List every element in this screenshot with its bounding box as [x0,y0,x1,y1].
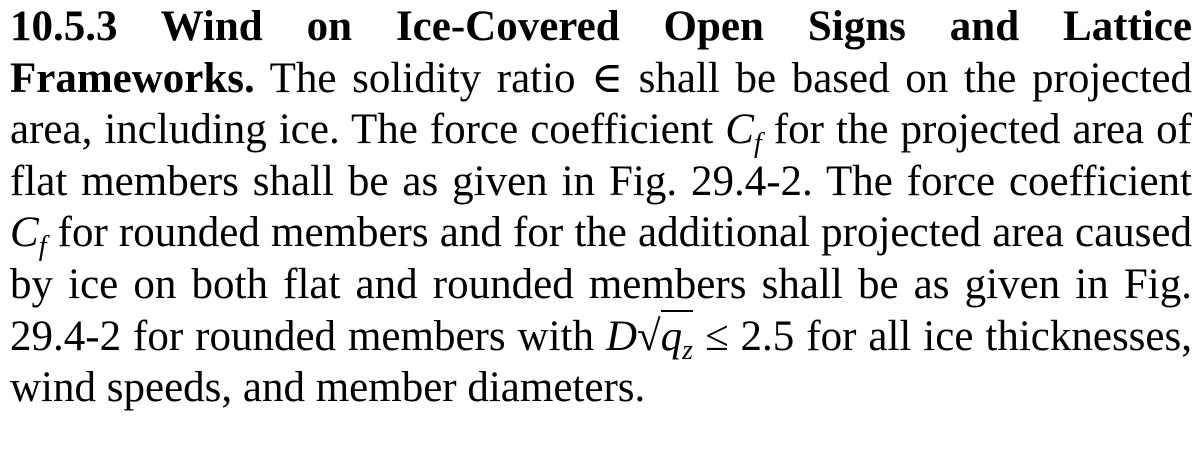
document-page: 10.5.3 Wind on Ice-Covered Open Signs an… [0,0,1200,466]
velocity-pressure-subscript: z [682,334,694,366]
body-text-1: The solidity ratio [254,54,592,102]
force-coefficient-symbol-2: C [10,209,39,257]
square-root-expression: √qz [637,309,694,364]
epsilon-symbol: ∈ [591,54,624,102]
radical-sign: √ [637,312,661,360]
force-coefficient-subscript-2: f [38,231,47,263]
velocity-pressure-symbol: q [660,312,683,360]
section-paragraph: 10.5.3 Wind on Ice-Covered Open Signs an… [10,0,1192,414]
force-coefficient-subscript: f [753,128,762,160]
radicand: qz [660,309,694,364]
inequality-limit: ≤ 2.5 [693,312,795,360]
diameter-symbol: D [605,312,638,360]
force-coefficient-symbol: C [725,106,754,154]
